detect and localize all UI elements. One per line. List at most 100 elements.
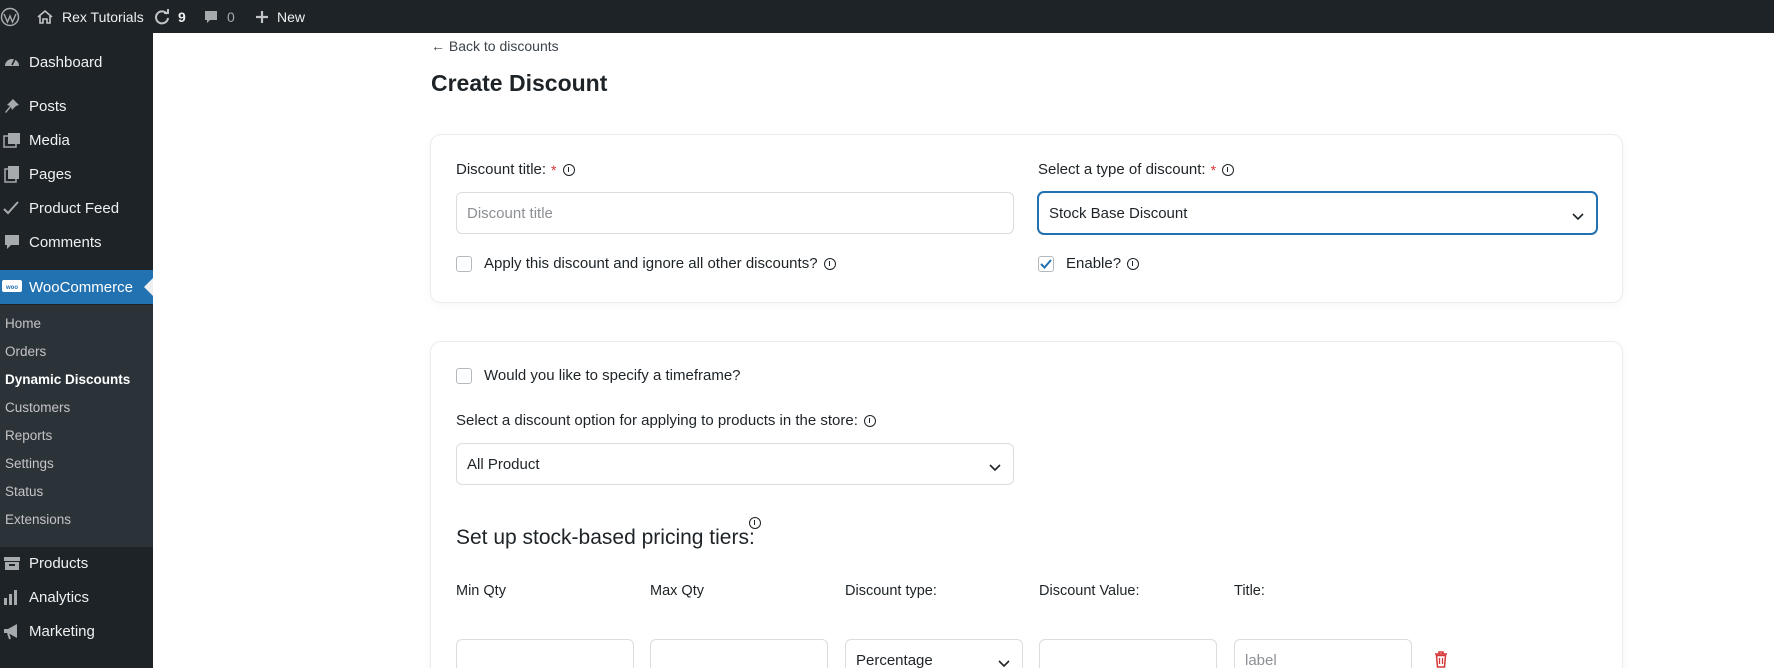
pricing-tiers-heading: Set up stock-based pricing tiers: bbox=[456, 526, 755, 549]
chevron-down-icon bbox=[998, 655, 1010, 668]
sidebar-item-analytics[interactable]: Analytics bbox=[0, 580, 153, 614]
discount-settings-card: Discount title: * Discount title Select … bbox=[431, 135, 1622, 302]
exclusive-discount-checkbox[interactable] bbox=[456, 256, 472, 272]
archive-icon bbox=[2, 553, 22, 573]
discount-type-label: Select a type of discount: * bbox=[1038, 161, 1235, 178]
sidebar-item-comments[interactable]: Comments bbox=[0, 225, 153, 259]
back-to-discounts-link[interactable]: ← Back to discounts bbox=[431, 38, 559, 54]
plus-icon bbox=[255, 10, 269, 24]
min-qty-column-label: Min Qty bbox=[456, 583, 506, 599]
pin-icon bbox=[2, 96, 22, 116]
woo-icon: woo bbox=[2, 277, 22, 297]
sidebar-item-label: Posts bbox=[29, 97, 67, 115]
submenu-item-reports[interactable]: Reports bbox=[5, 428, 52, 443]
discount-title-label: Discount title: * bbox=[456, 161, 575, 178]
sidebar-item-label: Products bbox=[29, 554, 89, 572]
checkmark-icon bbox=[1040, 259, 1052, 269]
submenu-item-extensions[interactable]: Extensions bbox=[5, 512, 71, 527]
new-content-link[interactable]: New bbox=[255, 0, 305, 33]
site-name-link[interactable]: Rex Tutorials bbox=[36, 0, 144, 33]
sidebar-item-label: Analytics bbox=[29, 588, 90, 606]
admin-bar: Rex Tutorials 9 0 New bbox=[0, 0, 1774, 33]
discount-option-label-text: Select a discount option for applying to… bbox=[456, 412, 858, 429]
sidebar-item-label: Marketing bbox=[29, 622, 95, 640]
wordpress-logo-icon[interactable] bbox=[0, 0, 22, 33]
enable-label: Enable? bbox=[1066, 255, 1140, 272]
submenu-item-orders[interactable]: Orders bbox=[5, 344, 46, 359]
comments-count: 0 bbox=[227, 8, 235, 25]
media-icon bbox=[2, 130, 22, 150]
info-icon[interactable] bbox=[562, 163, 575, 176]
updates-count: 9 bbox=[178, 8, 186, 25]
discount-type-value: Stock Base Discount bbox=[1049, 204, 1188, 222]
required-marker: * bbox=[1210, 161, 1217, 178]
home-icon bbox=[36, 9, 54, 25]
pages-icon bbox=[2, 164, 22, 184]
sidebar-item-label: Pages bbox=[29, 165, 72, 183]
discount-rules-card: Would you like to specify a timeframe? S… bbox=[431, 342, 1622, 668]
required-marker: * bbox=[551, 161, 557, 178]
max-qty-column-label: Max Qty bbox=[650, 583, 704, 599]
sidebar-item-label: Product Feed bbox=[29, 199, 120, 217]
active-indicator bbox=[144, 278, 153, 296]
admin-sidebar: Dashboard Posts Media Pages Product Feed… bbox=[0, 33, 153, 668]
comment-bubble-icon bbox=[203, 9, 219, 25]
sidebar-item-pages[interactable]: Pages bbox=[0, 157, 153, 191]
enable-checkbox[interactable] bbox=[1038, 256, 1054, 272]
page-title: Create Discount bbox=[431, 70, 608, 96]
sidebar-item-marketing[interactable]: Marketing bbox=[0, 614, 153, 648]
discount-value-input[interactable] bbox=[1039, 639, 1217, 668]
trash-icon[interactable] bbox=[1434, 651, 1448, 668]
min-qty-input[interactable] bbox=[456, 639, 634, 668]
tier-title-placeholder: label bbox=[1245, 651, 1277, 668]
discount-title-placeholder: Discount title bbox=[467, 204, 553, 222]
comments-link[interactable]: 0 bbox=[203, 0, 235, 33]
megaphone-icon bbox=[2, 621, 22, 641]
timeframe-label: Would you like to specify a timeframe? bbox=[484, 367, 741, 384]
exclusive-discount-label-text: Apply this discount and ignore all other… bbox=[484, 255, 818, 272]
submenu-item-home[interactable]: Home bbox=[5, 316, 41, 331]
sidebar-item-dashboard[interactable]: Dashboard bbox=[0, 45, 153, 79]
refresh-icon bbox=[153, 8, 171, 26]
updates-link[interactable]: 9 bbox=[153, 0, 186, 33]
info-icon[interactable] bbox=[749, 517, 761, 529]
chevron-down-icon bbox=[989, 459, 1001, 476]
submenu-item-customers[interactable]: Customers bbox=[5, 400, 70, 415]
discount-title-input[interactable]: Discount title bbox=[456, 192, 1014, 234]
info-icon[interactable] bbox=[1222, 163, 1235, 176]
sidebar-item-products[interactable]: Products bbox=[0, 546, 153, 580]
bar-chart-icon bbox=[2, 587, 22, 607]
exclusive-discount-label: Apply this discount and ignore all other… bbox=[484, 255, 836, 272]
chevron-down-icon bbox=[1572, 208, 1584, 225]
sidebar-item-woocommerce[interactable]: woo WooCommerce bbox=[0, 270, 153, 304]
dashboard-icon bbox=[2, 52, 22, 72]
title-column-label: Title: bbox=[1234, 583, 1265, 599]
submenu-item-status[interactable]: Status bbox=[5, 484, 43, 499]
timeframe-checkbox[interactable] bbox=[456, 368, 472, 384]
info-icon[interactable] bbox=[823, 257, 836, 270]
discount-option-value: All Product bbox=[467, 455, 540, 473]
checkmark-icon bbox=[2, 198, 22, 218]
sidebar-item-posts[interactable]: Posts bbox=[0, 89, 153, 123]
main-content: ← Back to discounts Create Discount Disc… bbox=[153, 33, 1774, 668]
discount-option-select[interactable]: All Product bbox=[456, 443, 1014, 485]
comment-icon bbox=[2, 232, 22, 252]
max-qty-input[interactable] bbox=[650, 639, 828, 668]
sidebar-item-product-feed[interactable]: Product Feed bbox=[0, 191, 153, 225]
submenu-item-settings[interactable]: Settings bbox=[5, 456, 54, 471]
submenu-item-dynamic-discounts[interactable]: Dynamic Discounts bbox=[5, 372, 130, 387]
site-name: Rex Tutorials bbox=[62, 8, 144, 25]
tier-discount-type-value: Percentage bbox=[856, 651, 933, 668]
tier-title-input[interactable]: label bbox=[1234, 639, 1412, 668]
discount-title-label-text: Discount title: bbox=[456, 161, 547, 178]
discount-option-label: Select a discount option for applying to… bbox=[456, 412, 876, 429]
info-icon[interactable] bbox=[863, 414, 876, 427]
tier-discount-type-select[interactable]: Percentage bbox=[845, 639, 1023, 668]
discount-type-label-text: Select a type of discount: bbox=[1038, 161, 1206, 178]
sidebar-item-media[interactable]: Media bbox=[0, 123, 153, 157]
discount-type-column-label: Discount type: bbox=[845, 583, 937, 599]
sidebar-item-label: Media bbox=[29, 131, 70, 149]
discount-type-select[interactable]: Stock Base Discount bbox=[1038, 192, 1597, 234]
enable-label-text: Enable? bbox=[1066, 255, 1122, 272]
info-icon[interactable] bbox=[1127, 257, 1140, 270]
